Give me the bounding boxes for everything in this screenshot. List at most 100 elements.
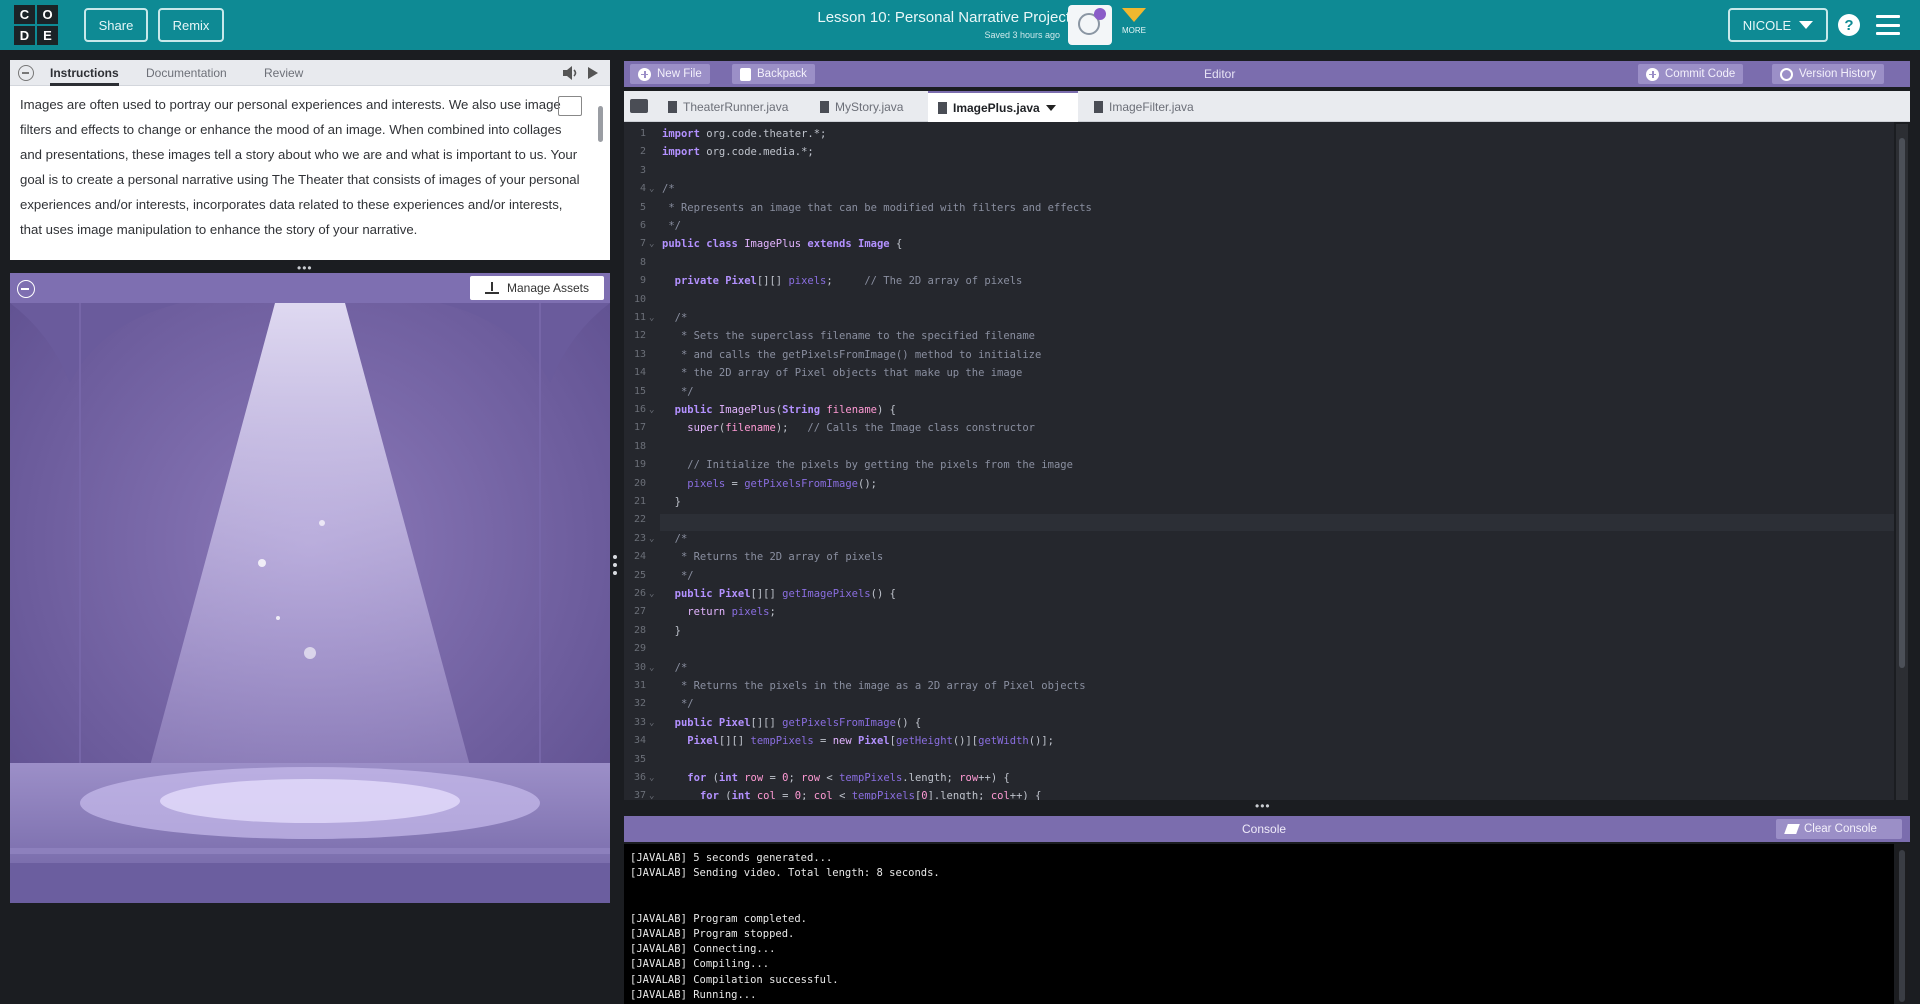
code-line[interactable]: return pixels;	[662, 606, 776, 618]
line-number: 36	[633, 772, 646, 783]
line-number: 16	[633, 404, 646, 415]
file-tab-mystory[interactable]: MyStory.java	[810, 91, 913, 122]
code-line[interactable]: public class ImagePlus extends Image {	[662, 238, 902, 250]
user-menu-button[interactable]: NICOLE	[1728, 8, 1828, 42]
code-line[interactable]: /*	[662, 312, 688, 324]
file-tab-label: ImageFilter.java	[1109, 99, 1194, 114]
code-line[interactable]: * and calls the getPixelsFromImage() met…	[662, 349, 1041, 361]
backpack-button[interactable]: Backpack	[732, 64, 815, 84]
fold-icon[interactable]: ⌄	[649, 718, 654, 728]
tab-documentation[interactable]: Documentation	[146, 66, 227, 80]
code-line[interactable]: public ImagePlus(String filename) {	[662, 404, 896, 416]
line-number: 2	[639, 146, 646, 158]
tab-instructions[interactable]: Instructions	[50, 66, 119, 86]
code-line[interactable]: // Initialize the pixels by getting the …	[662, 459, 1073, 471]
commit-icon	[1646, 67, 1659, 81]
instructions-tab-bar: Instructions Documentation Review	[10, 60, 610, 86]
code-line[interactable]: * Represents an image that can be modifi…	[662, 202, 1092, 214]
upload-icon	[484, 282, 499, 294]
instructions-scrollbar[interactable]	[598, 106, 603, 142]
console-title: Console	[1242, 822, 1287, 836]
backpack-label: Backpack	[757, 68, 807, 80]
logo-letter-d: D	[14, 26, 35, 45]
code-scrollbar[interactable]	[1896, 124, 1908, 800]
code-line[interactable]: * Sets the superclass filename to the sp…	[662, 330, 1035, 342]
fold-icon[interactable]: ⌄	[649, 184, 654, 194]
console-output[interactable]: [JAVALAB] 5 seconds generated... [JAVALAB…	[624, 844, 1894, 1004]
console-scrollbar[interactable]	[1896, 844, 1908, 1004]
code-line[interactable]: for (int col = 0; col < tempPixels[0].le…	[662, 790, 1041, 800]
user-name: NICOLE	[1742, 17, 1792, 33]
line-number: 1	[639, 128, 646, 139]
code-line[interactable]: */	[662, 698, 694, 710]
fold-icon[interactable]: ⌄	[649, 313, 654, 323]
clear-console-button[interactable]: Clear Console	[1776, 819, 1902, 839]
new-file-button[interactable]: New File	[630, 64, 710, 84]
manage-assets-button[interactable]: Manage Assets	[470, 276, 604, 300]
code-line[interactable]: * the 2D array of Pixel objects that mak…	[662, 367, 1022, 379]
remix-button[interactable]: Remix	[158, 8, 224, 42]
code-line[interactable]: }	[662, 496, 681, 508]
code-line[interactable]: super(filename); // Calls the Image clas…	[662, 422, 1035, 434]
code-line[interactable]: pixels = getPixelsFromImage();	[662, 478, 877, 490]
line-number: 3	[639, 164, 646, 176]
commit-code-button[interactable]: Commit Code	[1638, 64, 1744, 84]
line-number: 19	[633, 459, 646, 471]
logo-letter-c: C	[14, 5, 35, 24]
collapse-icon[interactable]	[17, 280, 35, 298]
resize-handle-vertical[interactable]	[613, 555, 619, 575]
code-line[interactable]: * Returns the 2D array of pixels	[662, 551, 883, 563]
file-tab-theaterrunner[interactable]: TheaterRunner.java	[658, 91, 798, 122]
caret-down-icon[interactable]	[1045, 104, 1056, 111]
line-number: 15	[633, 385, 646, 397]
play-icon[interactable]	[588, 67, 598, 79]
share-button[interactable]: Share	[84, 8, 148, 42]
copy-icon[interactable]	[558, 96, 582, 116]
fold-icon[interactable]: ⌄	[649, 791, 654, 800]
line-number: 13	[633, 348, 646, 360]
line-number: 5	[639, 201, 646, 213]
code-line[interactable]: */	[662, 220, 681, 232]
code-editor[interactable]: 1 import org.code.theater.*; 2 import org.c…	[624, 122, 1894, 800]
fold-icon[interactable]: ⌄	[649, 589, 654, 599]
version-history-button[interactable]: Version History	[1772, 64, 1885, 84]
fold-icon[interactable]: ⌄	[649, 405, 654, 415]
fold-icon[interactable]: ⌄	[649, 239, 654, 249]
fold-icon[interactable]: ⌄	[649, 663, 654, 673]
more-levels-button[interactable]: MORE	[1120, 8, 1148, 35]
code-line[interactable]: import org.code.media.*;	[662, 146, 814, 158]
code-line[interactable]: import org.code.theater.*;	[662, 128, 826, 140]
help-icon[interactable]: ?	[1838, 14, 1860, 36]
collapse-icon[interactable]	[18, 65, 34, 81]
code-line[interactable]: }	[662, 625, 681, 637]
code-org-logo[interactable]: C O D E	[14, 5, 58, 45]
code-line[interactable]: private Pixel[][] pixels; // The 2D arra…	[662, 275, 1023, 287]
tab-review[interactable]: Review	[264, 66, 303, 80]
hamburger-menu-icon[interactable]	[1876, 15, 1900, 35]
line-number: 34	[633, 735, 646, 747]
line-number: 12	[633, 330, 646, 342]
code-line[interactable]: for (int row = 0; row < tempPixels.lengt…	[662, 772, 1009, 784]
speaker-icon[interactable]	[562, 66, 580, 80]
code-line[interactable]: /*	[662, 533, 688, 545]
code-line[interactable]: /*	[662, 662, 688, 674]
file-tab-imageplus[interactable]: ImagePlus.java	[928, 91, 1078, 122]
file-tab-imagefilter[interactable]: ImageFilter.java	[1084, 91, 1204, 122]
folder-icon[interactable]	[630, 99, 648, 113]
code-line[interactable]: public Pixel[][] getImagePixels() {	[662, 588, 896, 600]
editor-header: New File Backpack Editor Commit Code Ver…	[624, 61, 1910, 87]
code-line[interactable]: */	[662, 386, 694, 398]
code-line[interactable]: /*	[662, 183, 675, 195]
resize-handle-console[interactable]: •••	[1255, 799, 1271, 813]
eraser-icon	[1784, 824, 1800, 834]
commit-label: Commit Code	[1665, 68, 1736, 80]
code-line[interactable]: * Returns the pixels in the image as a 2…	[662, 680, 1086, 692]
line-number: 10	[633, 293, 646, 305]
code-line[interactable]: */	[662, 570, 694, 582]
line-number: 25	[633, 569, 646, 581]
fold-icon[interactable]: ⌄	[649, 773, 654, 783]
fold-icon[interactable]: ⌄	[649, 534, 654, 544]
progress-bubble[interactable]	[1068, 5, 1112, 45]
code-line[interactable]: public Pixel[][] getPixelsFromImage() {	[662, 717, 922, 729]
code-line[interactable]: Pixel[][] tempPixels = new Pixel[getHeig…	[662, 735, 1054, 747]
